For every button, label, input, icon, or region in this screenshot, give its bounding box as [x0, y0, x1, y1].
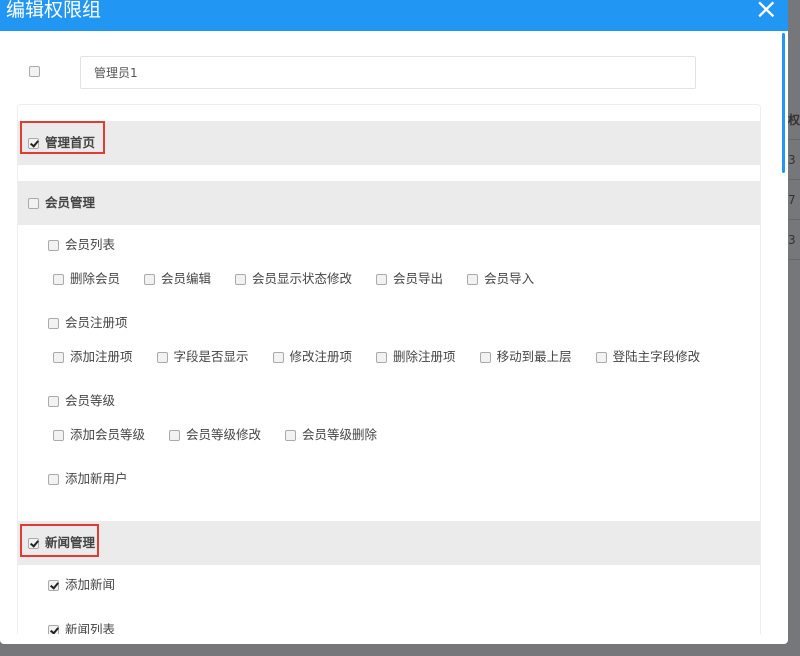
permission-section-header[interactable]: 管理首页 — [18, 121, 760, 165]
permission-item[interactable]: 会员注册项 — [18, 303, 760, 343]
permission-subitems-row: 添加会员等级 会员等级修改 会员等级删除 — [18, 421, 760, 449]
permission-checkbox[interactable] — [595, 352, 607, 363]
permission-label: 修改注册项 — [289, 349, 353, 364]
permission-checkbox[interactable] — [28, 538, 39, 549]
permission-item[interactable]: 新闻列表 — [18, 610, 760, 634]
permission-section-header[interactable]: 新闻管理 — [18, 521, 760, 565]
group-name-input[interactable] — [80, 56, 696, 89]
permission-checkbox[interactable] — [272, 352, 284, 363]
permission-checkbox[interactable] — [53, 274, 64, 285]
permission-checkbox[interactable] — [285, 430, 297, 441]
permission-subitem[interactable]: 删除注册项 — [376, 343, 456, 371]
permission-label: 会员等级 — [65, 393, 116, 408]
permission-subitem[interactable]: 会员等级修改 — [169, 421, 261, 449]
permission-checkbox[interactable] — [467, 274, 479, 285]
permission-checkbox[interactable] — [479, 352, 491, 363]
permission-label: 会员显示状态修改 — [252, 271, 353, 286]
permission-checkbox[interactable] — [53, 352, 64, 363]
permission-label: 添加会员等级 — [70, 427, 146, 442]
permission-subitems-row: 添加注册项 字段是否显示 修改注册项 删除注册项 移动到最上层 登陆主字段修改 — [18, 343, 760, 371]
background-table-cell: 7 — [788, 180, 800, 220]
permission-label: 移动到最上层 — [496, 349, 572, 364]
permission-subitems-row: 删除会员 会员编辑 会员显示状态修改 会员导出 会员导入 — [18, 265, 760, 293]
permission-checkbox[interactable] — [48, 625, 59, 634]
permission-subitem[interactable]: 会员编辑 — [144, 265, 211, 293]
permission-label: 会员等级删除 — [302, 427, 378, 442]
permission-label: 会员等级修改 — [186, 427, 262, 442]
permission-label: 会员编辑 — [161, 271, 212, 286]
dialog-title: 编辑权限组 — [6, 0, 102, 21]
permission-checkbox[interactable] — [376, 274, 388, 285]
permission-checkbox[interactable] — [28, 198, 39, 209]
permission-label: 会员列表 — [65, 237, 116, 252]
background-table-cell: 3 — [788, 220, 800, 260]
permission-checkbox[interactable] — [169, 430, 181, 441]
permission-label: 删除注册项 — [393, 349, 456, 364]
edit-permission-group-dialog: 编辑权限组 × 管理首页会员管理会员列表删除会员 会员编辑 会员显示状态修改 会员导出… — [0, 0, 788, 644]
permission-subitem[interactable]: 删除会员 — [53, 265, 120, 293]
permission-subitem[interactable]: 添加会员等级 — [53, 421, 145, 449]
permissions-panel: 管理首页会员管理会员列表删除会员 会员编辑 会员显示状态修改 会员导出 会员导入会员注册… — [17, 104, 761, 634]
select-all-checkbox[interactable] — [29, 66, 40, 77]
permission-label: 新闻管理 — [45, 535, 96, 550]
dialog-header: 编辑权限组 × — [0, 0, 788, 31]
permission-checkbox[interactable] — [48, 318, 59, 329]
background-table-header: 权限 — [788, 100, 800, 140]
permission-label: 新闻列表 — [65, 622, 116, 634]
permission-item[interactable]: 添加新用户 — [18, 459, 760, 499]
permission-label: 添加注册项 — [70, 349, 133, 364]
permission-subitem[interactable]: 字段是否显示 — [156, 343, 249, 371]
permission-subitem[interactable]: 会员显示状态修改 — [235, 265, 352, 293]
permission-subitem[interactable]: 会员导出 — [376, 265, 443, 293]
permission-label: 会员注册项 — [65, 315, 128, 330]
permission-label: 添加新闻 — [65, 577, 116, 592]
dialog-body: 管理首页会员管理会员列表删除会员 会员编辑 会员显示状态修改 会员导出 会员导入会员注册… — [0, 31, 780, 634]
permission-label: 添加新用户 — [65, 471, 128, 486]
scrollbar[interactable] — [782, 33, 785, 173]
permission-item[interactable]: 添加新闻 — [18, 565, 760, 605]
permission-item[interactable]: 会员列表 — [18, 225, 760, 265]
permission-item[interactable]: 会员等级 — [18, 381, 760, 421]
permission-section-header[interactable]: 会员管理 — [18, 181, 760, 225]
permission-checkbox[interactable] — [48, 474, 59, 485]
permission-checkbox[interactable] — [376, 352, 388, 363]
close-icon[interactable]: × — [755, 0, 778, 24]
permission-label: 管理首页 — [45, 135, 96, 150]
permission-checkbox[interactable] — [48, 396, 59, 407]
permission-subitem[interactable]: 添加注册项 — [53, 343, 133, 371]
permission-subitem[interactable]: 会员等级删除 — [285, 421, 377, 449]
permission-checkbox[interactable] — [53, 430, 64, 441]
permission-label: 登陆主字段修改 — [612, 349, 701, 364]
permission-label: 会员导入 — [484, 271, 535, 286]
permission-checkbox[interactable] — [235, 274, 247, 285]
permission-label: 会员管理 — [45, 195, 96, 210]
permission-checkbox[interactable] — [156, 352, 168, 363]
permission-label: 会员导出 — [393, 271, 444, 286]
background-table-cell: 3 — [788, 140, 800, 180]
permission-label: 字段是否显示 — [173, 349, 249, 364]
permission-subitem[interactable]: 登陆主字段修改 — [595, 343, 701, 371]
permission-checkbox[interactable] — [144, 274, 156, 285]
background-table: 权限 3 7 3 — [788, 100, 800, 260]
group-row — [0, 56, 760, 89]
permission-subitem[interactable]: 修改注册项 — [272, 343, 353, 371]
permission-checkbox[interactable] — [48, 580, 59, 591]
permission-subitem[interactable]: 移动到最上层 — [479, 343, 572, 371]
permission-label: 删除会员 — [70, 271, 121, 286]
permission-checkbox[interactable] — [48, 240, 59, 251]
permission-subitem[interactable]: 会员导入 — [467, 265, 534, 293]
permission-checkbox[interactable] — [28, 138, 39, 149]
